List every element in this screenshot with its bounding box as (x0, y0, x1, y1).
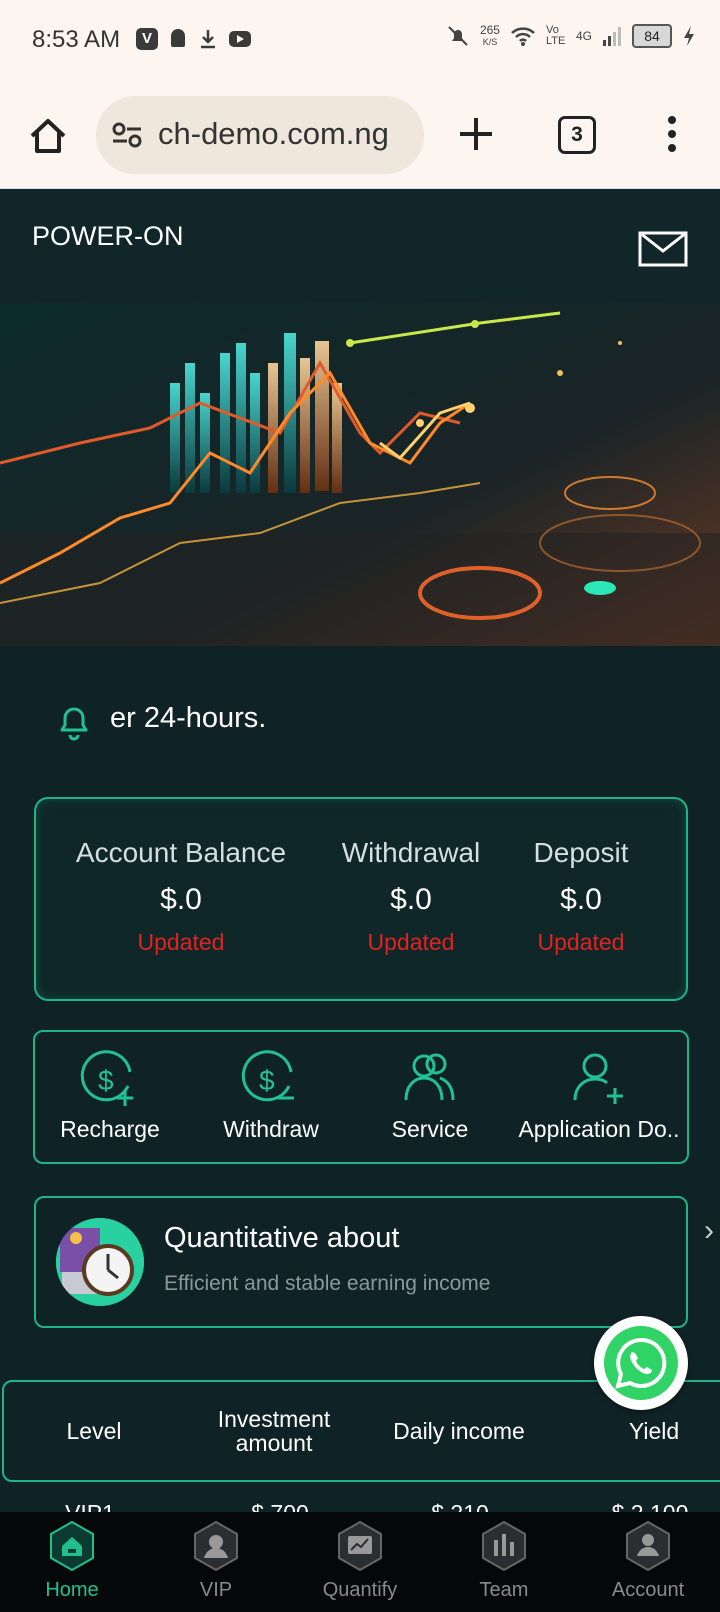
application-download-button[interactable]: Application Do.. (511, 1050, 687, 1143)
recharge-button[interactable]: $ Recharge (35, 1050, 185, 1143)
header-investment: Investment amount (217, 1406, 331, 1456)
clock-coins-image (56, 1218, 144, 1306)
service-label: Service (391, 1116, 469, 1142)
v-app-icon: V (136, 28, 158, 50)
balance-status: Updated (137, 929, 225, 955)
withdraw-label: Withdraw (223, 1116, 319, 1142)
nav-home-label: Home (45, 1579, 99, 1601)
banner-image (0, 303, 720, 646)
deposit-status: Updated (537, 929, 625, 955)
nav-vip[interactable]: VIP (156, 1520, 276, 1602)
team-hex-icon (482, 1520, 526, 1572)
nav-quantify[interactable]: Quantify (300, 1520, 420, 1602)
deposit-value: $.0 (560, 883, 602, 916)
nav-home[interactable]: Home (12, 1520, 132, 1602)
dollar-plus-icon: $ (80, 1050, 133, 1106)
app-header: POWER-ON (0, 189, 720, 303)
signal-icon (603, 27, 621, 46)
charging-icon (684, 26, 694, 46)
download-icon (201, 30, 215, 49)
nav-team-label: Team (479, 1579, 529, 1601)
withdrawal-balance: Withdrawal $.0 Updated (326, 837, 496, 956)
youtube-icon (229, 31, 251, 47)
withdrawal-label: Withdrawal (341, 837, 481, 868)
quantitative-card[interactable]: Quantitative about Efficient and stable … (34, 1196, 688, 1328)
nav-account[interactable]: Account (588, 1520, 708, 1602)
android-icon (171, 29, 185, 47)
deposit-balance: Deposit $.0 Updated (516, 837, 646, 956)
balance-value: $.0 (160, 883, 202, 916)
system-icons: 265 K/S Vo LTE 4G 84 (446, 24, 696, 48)
balance-label: Account Balance (75, 837, 287, 868)
bell-icon (60, 707, 88, 741)
bottom-navigation: Home VIP Quantify Team Account (0, 1512, 720, 1612)
chart-hex-icon (338, 1520, 382, 1572)
url-text[interactable]: ch-demo.com.ng (158, 116, 389, 152)
recharge-label: Recharge (60, 1116, 160, 1142)
account-balance: Account Balance $.0 Updated (66, 837, 296, 956)
tab-switcher-button[interactable]: 3 (558, 116, 596, 154)
deposit-label: Deposit (533, 837, 629, 868)
withdrawal-value: $.0 (390, 883, 432, 916)
nav-account-label: Account (611, 1579, 685, 1601)
header-level: Level (66, 1418, 122, 1444)
quick-actions: $ Recharge $ Withdraw Service Applicatio… (33, 1030, 689, 1164)
mail-icon[interactable] (638, 231, 688, 267)
svg-text:$: $ (259, 1065, 275, 1096)
home-hex-icon (50, 1520, 94, 1572)
brand-title: POWER-ON (32, 221, 184, 251)
mute-bell-icon (448, 26, 468, 46)
battery-indicator: 84 (632, 24, 672, 48)
balance-card: Account Balance $.0 Updated Withdrawal $… (34, 797, 688, 1001)
hero-banner (0, 303, 720, 646)
speed-value: 265 (479, 23, 500, 37)
address-bar[interactable]: ch-demo.com.ng (96, 96, 424, 174)
whatsapp-button[interactable] (594, 1316, 688, 1410)
network-type: 4G (575, 29, 592, 43)
dollar-minus-icon: $ (241, 1050, 294, 1102)
wifi-icon (511, 27, 535, 46)
quant-subtitle: Efficient and stable earning income (164, 1272, 491, 1295)
status-time: 8:53 AM (32, 26, 121, 53)
svg-text:$: $ (98, 1065, 114, 1096)
vip-hex-icon (194, 1520, 238, 1572)
withdrawal-status: Updated (367, 929, 455, 955)
speed-unit: K/S (482, 37, 498, 47)
new-tab-icon[interactable] (456, 114, 496, 154)
clock-icon (56, 1218, 144, 1306)
nav-vip-label: VIP (199, 1579, 233, 1601)
application-label: Application Do.. (518, 1116, 680, 1142)
quant-title: Quantitative about (164, 1222, 400, 1254)
header-daily-income: Daily income (393, 1418, 525, 1444)
withdraw-button[interactable]: $ Withdraw (196, 1050, 346, 1143)
user-plus-icon (573, 1053, 623, 1104)
nav-team[interactable]: Team (444, 1520, 564, 1602)
whatsapp-badge (604, 1326, 678, 1400)
account-hex-icon (626, 1520, 670, 1572)
whatsapp-icon (615, 1337, 667, 1389)
home-icon[interactable] (26, 114, 70, 158)
notification-icons: V (136, 28, 252, 50)
nav-quantify-label: Quantify (322, 1579, 398, 1601)
notice-marquee: er 24-hours. (110, 702, 267, 734)
chevron-right-icon[interactable]: › (704, 1214, 714, 1248)
status-bar: 8:53 AM V 265 K/S Vo LTE 4G 84 (0, 0, 720, 82)
browser-toolbar: ch-demo.com.ng 3 (0, 82, 720, 189)
service-icon (404, 1053, 455, 1101)
volte-label: Vo LTE (545, 24, 566, 47)
network-speed: 265 K/S (480, 24, 500, 48)
service-button[interactable]: Service (355, 1050, 505, 1143)
site-settings-icon[interactable] (110, 120, 144, 150)
more-menu-icon[interactable] (662, 114, 682, 154)
